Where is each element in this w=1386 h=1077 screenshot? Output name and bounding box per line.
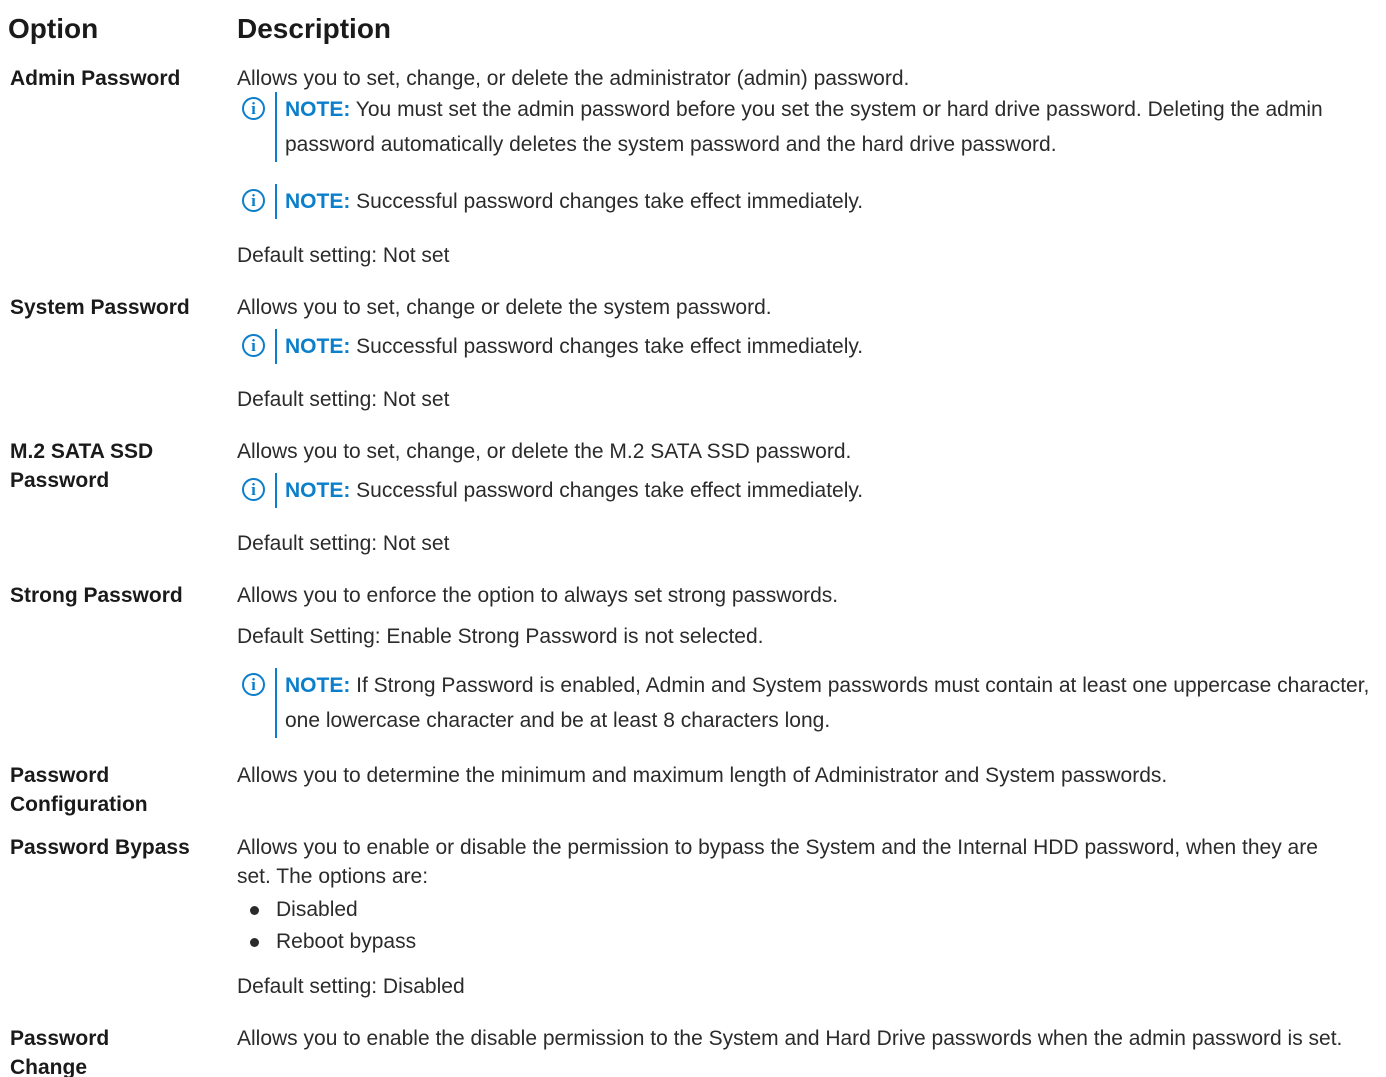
note-text: NOTE: Successful password changes take e… <box>285 473 1384 508</box>
default-setting: Default setting: Not set <box>237 244 450 267</box>
option-description: Allows you to enable the disable permiss… <box>237 1027 1343 1050</box>
note-keyword: NOTE: <box>285 98 351 121</box>
option-description: Allows you to set, change or delete the … <box>237 296 772 319</box>
option-label-password-configuration: Password Configuration <box>10 764 148 816</box>
column-header-description: Description <box>237 13 392 44</box>
note-callout: i NOTE: Successful password changes take… <box>242 473 1384 508</box>
option-description: Allows you to enable or disable the perm… <box>237 836 1318 888</box>
default-setting: Default setting: Disabled <box>237 975 465 998</box>
note-callout: i NOTE: You must set the admin password … <box>242 92 1384 162</box>
note-divider <box>275 329 277 364</box>
note-text: NOTE: If Strong Password is enabled, Adm… <box>285 668 1384 738</box>
default-setting: Default Setting: Enable Strong Password … <box>237 625 764 648</box>
option-description: Allows you to enforce the option to alwa… <box>237 584 839 607</box>
option-label-system-password: System Password <box>10 296 190 319</box>
note-text: NOTE: Successful password changes take e… <box>285 184 1384 219</box>
note-divider <box>275 668 277 738</box>
note-callout: i NOTE: Successful password changes take… <box>242 184 1384 219</box>
column-header-option: Option <box>8 13 99 44</box>
note-keyword: NOTE: <box>285 190 351 213</box>
note-text: NOTE: Successful password changes take e… <box>285 329 1384 364</box>
list-item: Reboot bypass <box>250 926 416 958</box>
note-text: NOTE: You must set the admin password be… <box>285 92 1384 162</box>
info-icon: i <box>242 478 265 501</box>
note-callout: i NOTE: If Strong Password is enabled, A… <box>242 668 1384 738</box>
note-divider <box>275 184 277 219</box>
option-label-password-bypass: Password Bypass <box>10 836 190 859</box>
option-label-strong-password: Strong Password <box>10 584 183 607</box>
option-description: Allows you to determine the minimum and … <box>237 764 1168 787</box>
option-label-password-change: Password Change <box>10 1027 110 1077</box>
note-body: Successful password changes take effect … <box>356 335 864 358</box>
info-icon: i <box>242 97 265 120</box>
note-keyword: NOTE: <box>285 479 351 502</box>
list-item: Disabled <box>250 894 416 926</box>
default-setting: Default setting: Not set <box>237 532 450 555</box>
info-icon: i <box>242 189 265 212</box>
note-body: You must set the admin password before y… <box>285 98 1323 156</box>
note-body: Successful password changes take effect … <box>356 479 864 502</box>
note-divider <box>275 473 277 508</box>
option-description: Allows you to set, change, or delete the… <box>237 440 852 463</box>
option-description: Allows you to set, change, or delete the… <box>237 67 910 90</box>
options-list: Disabled Reboot bypass <box>250 894 416 958</box>
note-divider <box>275 92 277 162</box>
option-label-admin-password: Admin Password <box>10 67 181 90</box>
note-keyword: NOTE: <box>285 674 351 697</box>
option-label-m2-sata-ssd-password: M.2 SATA SSD Password <box>10 440 154 492</box>
note-body: Successful password changes take effect … <box>356 190 864 213</box>
info-icon: i <box>242 673 265 696</box>
default-setting: Default setting: Not set <box>237 388 450 411</box>
note-keyword: NOTE: <box>285 335 351 358</box>
note-callout: i NOTE: Successful password changes take… <box>242 329 1384 364</box>
bios-password-options-table: Option Description Admin Password Allows… <box>0 0 1386 1077</box>
info-icon: i <box>242 334 265 357</box>
note-body: If Strong Password is enabled, Admin and… <box>285 674 1370 732</box>
